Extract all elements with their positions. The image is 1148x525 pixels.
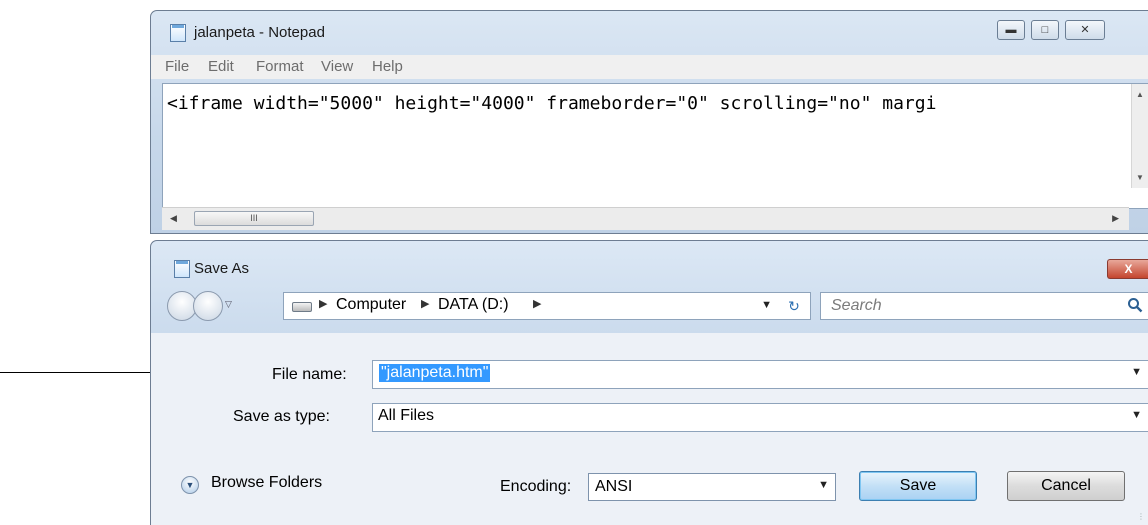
- notepad-titlebar[interactable]: jalanpeta - Notepad ▬ □ ✕: [151, 11, 1148, 47]
- notepad-text-content: <iframe width="5000" height="4000" frame…: [167, 93, 937, 114]
- menu-help[interactable]: Help: [372, 58, 403, 75]
- resize-grip-icon[interactable]: ⋮: [1137, 512, 1145, 521]
- breadcrumb-separator-icon[interactable]: ▶: [421, 297, 429, 310]
- breadcrumb-computer[interactable]: Computer: [336, 296, 406, 314]
- refresh-icon[interactable]: ↻: [779, 294, 809, 318]
- search-input[interactable]: Search: [820, 292, 1148, 320]
- breadcrumb-separator-icon[interactable]: ▶: [319, 297, 327, 310]
- minimize-icon[interactable]: ▬: [997, 20, 1025, 40]
- save-type-value: All Files: [378, 407, 435, 424]
- cancel-button[interactable]: Cancel: [1007, 471, 1125, 501]
- browse-folders-button[interactable]: Browse Folders: [211, 474, 322, 492]
- dropdown-arrow-icon[interactable]: ▼: [761, 299, 772, 311]
- save-as-dialog: Save As X ▽ ▶ Computer ▶ DATA (D:) ▶ ▼ ↻…: [150, 240, 1148, 525]
- dropdown-arrow-icon[interactable]: ▼: [1131, 409, 1142, 421]
- notepad-text-area[interactable]: <iframe width="5000" height="4000" frame…: [162, 83, 1148, 209]
- notepad-icon: [170, 24, 186, 42]
- expand-icon[interactable]: ▼: [181, 476, 199, 494]
- file-name-label: File name:: [272, 366, 347, 383]
- menu-file[interactable]: File: [165, 58, 189, 75]
- search-placeholder: Search: [831, 297, 882, 314]
- save-type-label: Save as type:: [233, 408, 330, 425]
- menu-edit[interactable]: Edit: [208, 58, 234, 75]
- menu-format[interactable]: Format: [256, 58, 304, 75]
- recent-pages-dropdown-icon[interactable]: ▽: [225, 299, 232, 310]
- vertical-scrollbar[interactable]: ▲ ▼: [1131, 84, 1148, 188]
- search-icon[interactable]: [1127, 297, 1143, 313]
- drive-icon: [292, 302, 312, 312]
- notepad-window: jalanpeta - Notepad ▬ □ ✕ File Edit Form…: [150, 10, 1148, 234]
- notepad-menubar: File Edit Format View Help: [151, 55, 1148, 79]
- forward-icon[interactable]: [193, 291, 223, 321]
- encoding-value: ANSI: [595, 478, 633, 495]
- close-icon[interactable]: ✕: [1065, 20, 1105, 40]
- dropdown-arrow-icon[interactable]: ▼: [1131, 366, 1142, 378]
- file-name-value: "jalanpeta.htm": [379, 364, 491, 382]
- horizontal-scrollbar[interactable]: ◀ III ▶: [162, 207, 1129, 230]
- save-button[interactable]: Save: [859, 471, 977, 501]
- menu-view[interactable]: View: [321, 58, 353, 75]
- close-icon[interactable]: X: [1107, 259, 1148, 279]
- scroll-thumb[interactable]: III: [194, 211, 314, 226]
- scroll-up-icon[interactable]: ▲: [1136, 90, 1144, 99]
- notepad-title: jalanpeta - Notepad: [194, 24, 325, 41]
- scroll-left-icon[interactable]: ◀: [170, 213, 177, 224]
- breadcrumb-separator-icon[interactable]: ▶: [533, 297, 541, 310]
- encoding-label: Encoding:: [500, 478, 572, 495]
- encoding-select[interactable]: ANSI ▼: [588, 473, 836, 501]
- file-name-input[interactable]: "jalanpeta.htm" ▼: [372, 360, 1148, 389]
- maximize-icon[interactable]: □: [1031, 20, 1059, 40]
- save-type-select[interactable]: All Files ▼: [372, 403, 1148, 432]
- notepad-icon: [174, 260, 190, 278]
- dropdown-arrow-icon[interactable]: ▼: [818, 479, 829, 491]
- scroll-right-icon[interactable]: ▶: [1112, 213, 1119, 224]
- dialog-title: Save As: [194, 260, 250, 277]
- address-bar[interactable]: ▶ Computer ▶ DATA (D:) ▶ ▼: [283, 292, 811, 320]
- scroll-down-icon[interactable]: ▼: [1136, 173, 1144, 182]
- breadcrumb-data-drive[interactable]: DATA (D:): [438, 296, 509, 314]
